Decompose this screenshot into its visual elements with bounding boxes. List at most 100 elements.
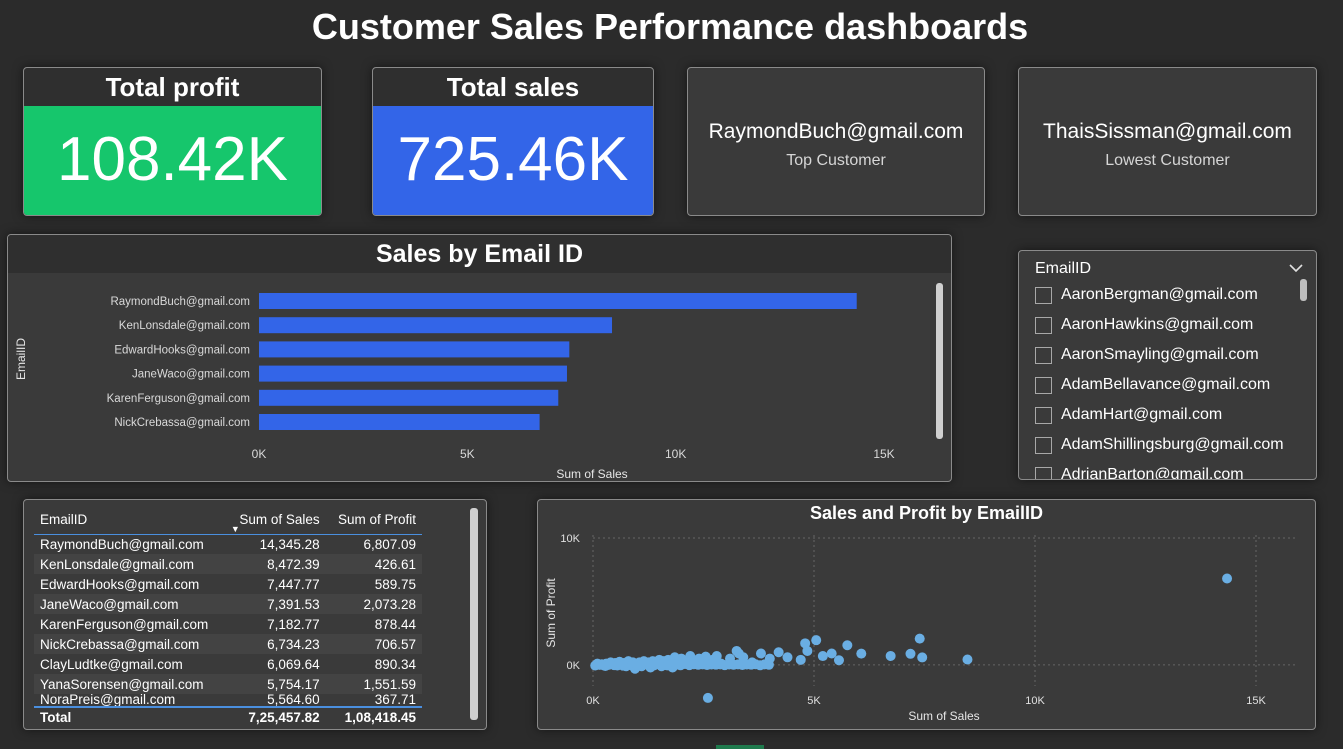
bar-category-label: NickCrebassa@gmail.com bbox=[114, 417, 250, 429]
scatter-point[interactable] bbox=[962, 654, 973, 665]
slicer-option[interactable]: AdamHart@gmail.com bbox=[1035, 400, 1300, 430]
cell-email: JaneWaco@gmail.com bbox=[34, 594, 227, 614]
checkbox[interactable] bbox=[1035, 376, 1052, 394]
x-tick-label: 5K bbox=[460, 447, 475, 461]
checkbox[interactable] bbox=[1035, 286, 1052, 304]
table-row[interactable]: ClayLudtke@gmail.com 6,069.64 890.34 bbox=[34, 654, 422, 674]
slicer-option[interactable]: AaronBergman@gmail.com bbox=[1035, 280, 1300, 310]
cell-profit: 6,807.09 bbox=[363, 536, 416, 552]
cell-email: EdwardHooks@gmail.com bbox=[40, 576, 200, 592]
slicer-option[interactable]: AaronSmayling@gmail.com bbox=[1035, 340, 1300, 370]
cell-email: NickCrebassa@gmail.com bbox=[34, 634, 227, 654]
slicer-option[interactable]: AaronHawkins@gmail.com bbox=[1035, 310, 1300, 340]
table-row[interactable]: KarenFerguson@gmail.com 7,182.77 878.44 bbox=[34, 614, 422, 634]
checkbox[interactable] bbox=[1035, 466, 1052, 479]
bar[interactable] bbox=[259, 317, 613, 334]
kpi-profit-label: Total profit bbox=[24, 68, 321, 106]
scatter-point[interactable] bbox=[817, 651, 828, 662]
slicer-header[interactable]: EmailID bbox=[1035, 259, 1303, 279]
col-header-profit[interactable]: Sum of Profit bbox=[326, 506, 422, 534]
bar-chart-scrollbar[interactable] bbox=[936, 283, 943, 439]
slicer-option[interactable]: AdrianBarton@gmail.com bbox=[1035, 460, 1300, 480]
slicer-option[interactable]: AdamBellavance@gmail.com bbox=[1035, 370, 1300, 400]
table-row[interactable]: KenLonsdale@gmail.com 8,472.39 426.61 bbox=[34, 554, 422, 574]
scatter-point[interactable] bbox=[826, 648, 837, 659]
bar-category-label: KarenFerguson@gmail.com bbox=[107, 393, 250, 405]
bar[interactable] bbox=[259, 389, 559, 406]
active-tab-indicator bbox=[716, 745, 764, 749]
table-row[interactable]: NoraPreis@gmail.com 5,564.60 367.71 bbox=[34, 692, 422, 707]
table-row[interactable]: EdwardHooks@gmail.com 7,447.77 589.75 bbox=[34, 574, 422, 594]
table-row[interactable]: NickCrebassa@gmail.com 6,734.23 706.57 bbox=[34, 634, 422, 654]
bar[interactable] bbox=[259, 414, 540, 430]
lowest-customer-label: Lowest Customer bbox=[1105, 152, 1230, 169]
bar-chart-plot: RaymondBuch@gmail.com KenLonsdale@gmail.c… bbox=[14, 293, 895, 481]
cell-sales: 5,564.60 bbox=[267, 692, 320, 707]
scatter-point[interactable] bbox=[914, 633, 925, 644]
bar[interactable] bbox=[259, 365, 567, 382]
scatter-point[interactable] bbox=[733, 648, 744, 659]
checkbox[interactable] bbox=[1035, 406, 1052, 424]
kpi-profit-value: 108.42K bbox=[24, 106, 321, 215]
cell-email: KenLonsdale@gmail.com bbox=[34, 554, 227, 574]
scatter-point[interactable] bbox=[1222, 573, 1233, 584]
table-row[interactable]: RaymondBuch@gmail.com 14,345.28 6,807.09 bbox=[34, 534, 422, 554]
cell-profit: 367.71 bbox=[374, 692, 416, 707]
cell-profit: 589.75 bbox=[374, 576, 416, 592]
page-tab-strip bbox=[0, 743, 1343, 749]
slicer-option-label: AdrianBarton@gmail.com bbox=[1061, 466, 1244, 480]
total-profit: 1,08,418.45 bbox=[325, 706, 422, 727]
x-tick-label: 0K bbox=[586, 695, 600, 707]
kpi-sales-value: 725.46K bbox=[373, 106, 653, 215]
table-scrollbar[interactable] bbox=[470, 508, 478, 720]
checkbox[interactable] bbox=[1035, 316, 1052, 334]
slicer-scrollbar[interactable] bbox=[1300, 279, 1307, 301]
sales-profit-scatter[interactable]: Sales and Profit by EmailID 0K 10K 0K 5K 10K… bbox=[537, 499, 1316, 730]
bar-category-label: JaneWaco@gmail.com bbox=[132, 369, 250, 381]
scatter-plot: 0K 10K 0K 5K 10K 15K Sum of Sales Sum of Profit bbox=[544, 533, 1298, 723]
slicer-option-label: AdamHart@gmail.com bbox=[1061, 406, 1223, 423]
slicer-option-label: AaronBergman@gmail.com bbox=[1061, 286, 1258, 303]
email-slicer[interactable]: EmailID AaronBergman@gmail.com AaronHawk… bbox=[1018, 250, 1317, 480]
checkbox[interactable] bbox=[1035, 436, 1052, 454]
scatter-point[interactable] bbox=[755, 648, 766, 659]
bar-category-label: RaymondBuch@gmail.com bbox=[110, 296, 250, 308]
col-header-sales[interactable]: Sum of Sales ▼ bbox=[227, 506, 326, 534]
cell-email: YanaSorensen@gmail.com bbox=[34, 674, 227, 694]
cell-email: ClayLudtke@gmail.com bbox=[40, 656, 183, 672]
scatter-point[interactable] bbox=[856, 648, 867, 659]
bar[interactable] bbox=[259, 293, 857, 309]
cell-profit: 890.34 bbox=[374, 656, 416, 672]
scatter-point[interactable] bbox=[842, 640, 853, 651]
table-row[interactable]: JaneWaco@gmail.com 7,391.53 2,073.28 bbox=[34, 594, 422, 614]
sales-profit-table[interactable]: EmailID Sum of Sales ▼ Sum of Profit Raym… bbox=[23, 499, 487, 730]
scatter-point[interactable] bbox=[763, 659, 774, 670]
chevron-down-icon[interactable] bbox=[1289, 260, 1303, 278]
checkbox[interactable] bbox=[1035, 346, 1052, 364]
sales-by-email-chart[interactable]: Sales by Email ID RaymondBuch@gmail.com K… bbox=[7, 234, 952, 482]
x-tick-label: 5K bbox=[807, 695, 821, 707]
kpi-total-sales: Total sales 725.46K bbox=[372, 67, 654, 216]
col-header-sales-label: Sum of Sales bbox=[239, 512, 320, 528]
scatter-point[interactable] bbox=[773, 647, 784, 658]
lowest-customer-card: ThaisSissman@gmail.com Lowest Customer bbox=[1018, 67, 1317, 216]
scatter-point[interactable] bbox=[802, 645, 813, 656]
col-header-emailid[interactable]: EmailID bbox=[34, 506, 227, 534]
slicer-option[interactable]: AdamShillingsburg@gmail.com bbox=[1035, 430, 1300, 460]
scatter-point[interactable] bbox=[811, 635, 822, 646]
scatter-point[interactable] bbox=[885, 650, 896, 661]
scatter-point[interactable] bbox=[795, 654, 806, 665]
scatter-point[interactable] bbox=[702, 692, 713, 703]
cell-profit: 2,073.28 bbox=[325, 594, 422, 614]
bar[interactable] bbox=[259, 341, 570, 358]
cell-sales: 6,069.64 bbox=[267, 656, 320, 672]
kpi-total-profit: Total profit 108.42K bbox=[23, 67, 322, 216]
scatter-point[interactable] bbox=[782, 652, 793, 663]
scatter-point[interactable] bbox=[917, 652, 928, 663]
cell-sales: 7,391.53 bbox=[226, 594, 326, 614]
table-row[interactable]: YanaSorensen@gmail.com 5,754.17 1,551.59 bbox=[34, 674, 422, 694]
lowest-customer-email: ThaisSissman@gmail.com bbox=[1043, 120, 1292, 143]
scatter-point[interactable] bbox=[905, 648, 916, 659]
cell-sales: 5,754.17 bbox=[226, 674, 326, 694]
cell-profit: 878.44 bbox=[374, 616, 416, 632]
